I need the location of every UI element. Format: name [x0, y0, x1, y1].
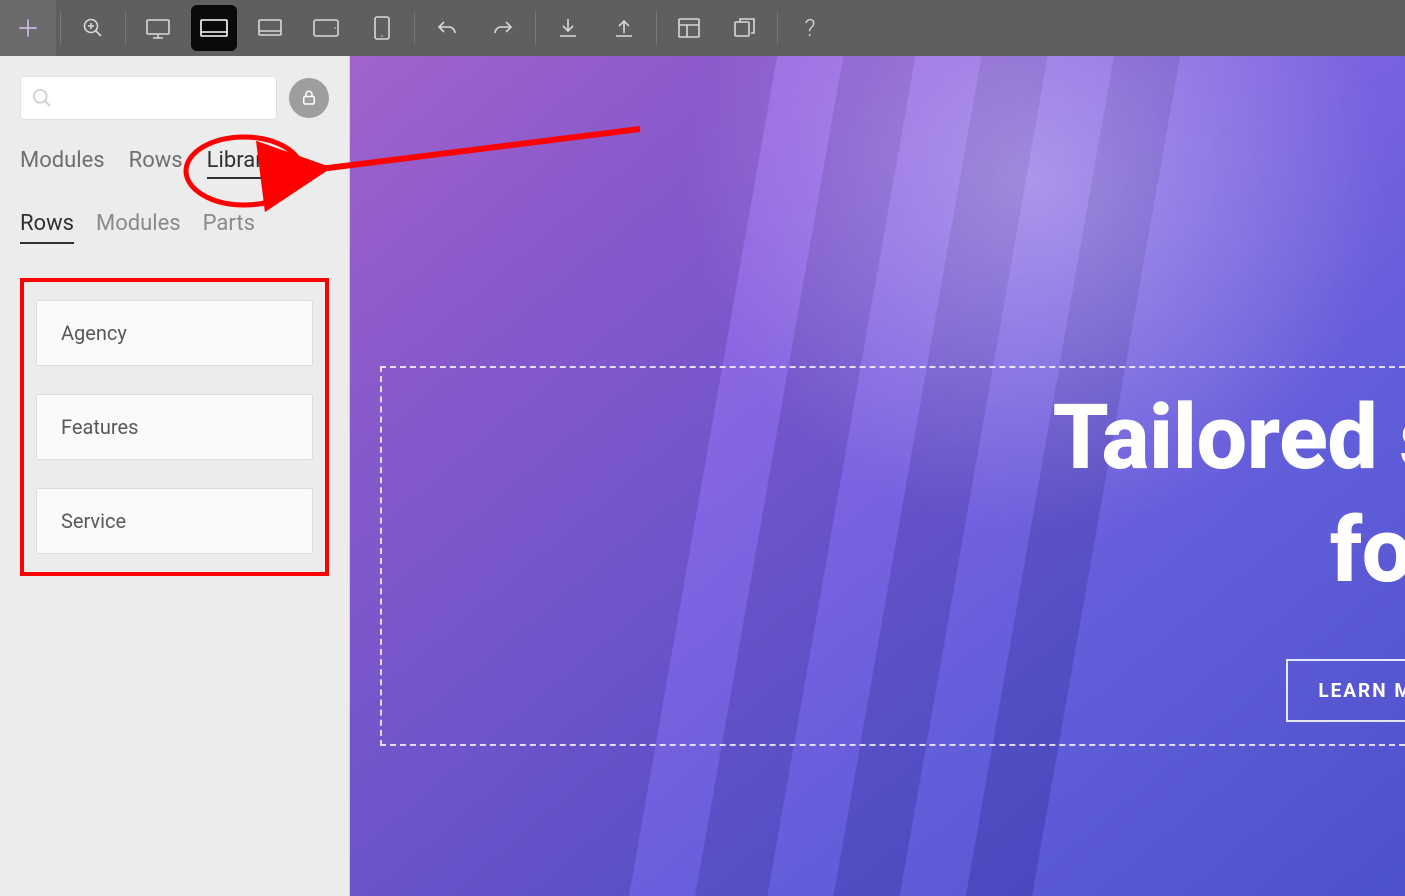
add-button[interactable] — [0, 0, 56, 56]
subtab-parts[interactable]: Parts — [203, 211, 255, 244]
list-item[interactable]: Service — [36, 488, 313, 554]
duplicate-button[interactable] — [717, 0, 773, 56]
toolbar-divider — [777, 12, 778, 44]
layout-button[interactable] — [661, 0, 717, 56]
viewport-wide-button[interactable] — [191, 5, 237, 51]
export-button[interactable] — [596, 0, 652, 56]
search-box[interactable] — [20, 76, 277, 120]
toolbar-divider — [414, 12, 415, 44]
top-toolbar: ? — [0, 0, 1405, 56]
search-row — [20, 76, 329, 120]
hero-line-2: for — [1330, 498, 1405, 603]
subtab-rows[interactable]: Rows — [20, 211, 74, 244]
toolbar-divider — [125, 12, 126, 44]
search-input[interactable] — [59, 89, 266, 107]
viewport-tablet-landscape-button[interactable] — [298, 0, 354, 56]
item-label: Features — [61, 415, 138, 439]
tab-library[interactable]: Library — [207, 148, 274, 179]
viewport-laptop-button[interactable] — [242, 0, 298, 56]
cta-label: LEARN M — [1318, 679, 1405, 702]
learn-more-button[interactable]: LEARN M — [1286, 659, 1405, 722]
tab-rows[interactable]: Rows — [129, 148, 183, 179]
toolbar-divider — [656, 12, 657, 44]
subtab-modules[interactable]: Modules — [96, 211, 181, 244]
help-button[interactable]: ? — [782, 0, 838, 56]
main-area: Modules Rows Library Rows Modules Parts … — [0, 56, 1405, 896]
import-button[interactable] — [540, 0, 596, 56]
toolbar-divider — [60, 12, 61, 44]
secondary-tabs: Rows Modules Parts — [20, 211, 329, 244]
item-label: Agency — [61, 321, 127, 345]
library-items-highlight: Agency Features Service — [20, 278, 329, 576]
hero-line-1: Tailored s — [1053, 388, 1405, 487]
lock-button[interactable] — [289, 78, 329, 118]
redo-button[interactable] — [475, 0, 531, 56]
viewport-tablet-portrait-button[interactable] — [354, 0, 410, 56]
toolbar-divider — [535, 12, 536, 44]
tab-modules[interactable]: Modules — [20, 148, 105, 179]
undo-button[interactable] — [419, 0, 475, 56]
item-label: Service — [61, 509, 126, 533]
canvas-area[interactable]: Tailored s for LEARN M — [350, 56, 1405, 896]
primary-tabs: Modules Rows Library — [20, 148, 329, 179]
list-item[interactable]: Agency — [36, 300, 313, 366]
lock-icon — [300, 89, 318, 107]
search-icon — [31, 87, 53, 109]
zoom-button[interactable] — [65, 0, 121, 56]
canvas-section-outline[interactable]: Tailored s for LEARN M — [380, 366, 1405, 746]
viewport-desktop-button[interactable] — [130, 0, 186, 56]
list-item[interactable]: Features — [36, 394, 313, 460]
help-icon: ? — [805, 14, 816, 42]
sidebar-panel: Modules Rows Library Rows Modules Parts … — [0, 56, 350, 896]
